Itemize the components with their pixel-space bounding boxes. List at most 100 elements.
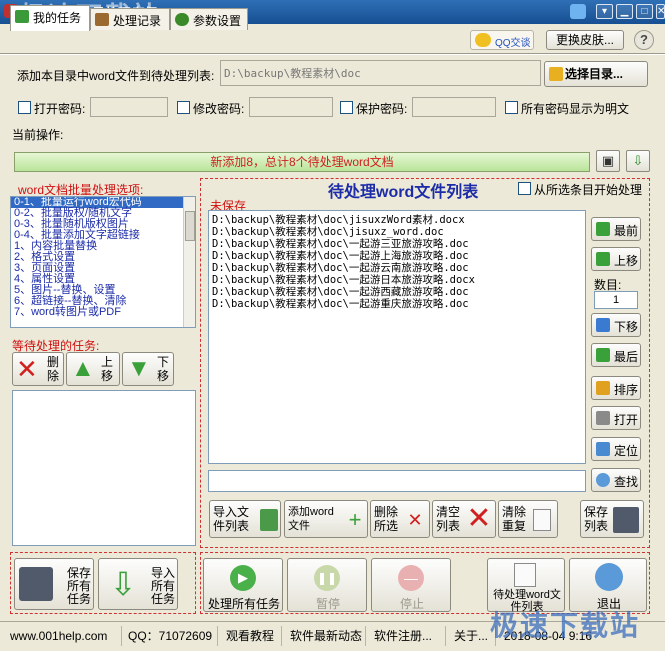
file-filter-input[interactable] — [208, 470, 586, 492]
tree-icon — [175, 13, 189, 26]
clear-list-button[interactable]: 清空列表 ✕ — [432, 500, 496, 538]
dir-input[interactable]: D:\backup\教程素材\doc — [220, 60, 541, 86]
open-button[interactable]: 打开 — [591, 406, 641, 430]
folder-icon — [549, 67, 563, 81]
pause-button[interactable]: ❚❚ 暂停 — [287, 558, 367, 612]
open-password-input[interactable] — [90, 97, 168, 117]
list-item[interactable]: D:\backup\教程素材\doc\一起游上海旅游攻略.doc — [209, 250, 585, 262]
save-list-button[interactable]: 保存列表 — [580, 500, 644, 538]
modify-password-label: 修改密码: — [193, 102, 245, 116]
protect-password-input[interactable] — [412, 97, 496, 117]
arrow-up-icon — [596, 252, 610, 266]
count-input[interactable]: 1 — [594, 291, 638, 309]
modify-password-input[interactable] — [249, 97, 333, 117]
file-list-title: 待处理word文件列表 — [328, 184, 479, 201]
show-plain-label: 所有密码显示为明文 — [521, 102, 630, 116]
play-icon: ▶ — [230, 565, 256, 591]
locate-button[interactable]: 定位 — [591, 437, 641, 461]
floppy-icon — [613, 507, 639, 533]
move-down-button[interactable]: 下移 — [591, 313, 641, 337]
list-item[interactable]: 7、word转图片或PDF — [11, 307, 195, 318]
minimize-icon[interactable]: ▁ — [616, 4, 633, 19]
maximize-icon[interactable]: □ — [636, 4, 653, 19]
delete-x-icon: ✕ — [16, 354, 38, 384]
status-register[interactable]: 软件注册... — [370, 626, 446, 646]
task-list-icon — [15, 10, 29, 23]
tab-settings[interactable]: 参数设置 — [170, 8, 248, 30]
start-from-selected-checkbox[interactable] — [518, 182, 531, 195]
scroll-thumb[interactable] — [185, 211, 195, 241]
delete-selected-button[interactable]: 删除所选 ✕ — [370, 500, 430, 538]
process-all-button[interactable]: ▶ 处理所有任务 — [203, 558, 283, 612]
select-dir-button[interactable]: 选择目录... — [544, 61, 648, 87]
list-item[interactable]: D:\backup\教程素材\doc\一起游日本旅游攻略.docx — [209, 274, 585, 286]
list-item[interactable]: D:\backup\教程素材\doc\一起游三亚旅游攻略.doc — [209, 238, 585, 250]
magnifier-icon — [596, 473, 610, 487]
import-list-button[interactable]: 导入文件列表 — [209, 500, 281, 538]
start-from-selected-label: 从所选条目开始处理 — [534, 183, 643, 197]
change-skin-button[interactable]: 更换皮肤... — [546, 30, 624, 50]
status-news[interactable]: 软件最新动态 — [286, 626, 366, 646]
floppy-icon — [19, 567, 53, 601]
arrow-down-icon — [596, 318, 610, 332]
qq-chat-button[interactable]: QQ交谈 — [470, 30, 534, 50]
list-item[interactable]: D:\backup\教程素材\doc\一起游重庆旅游攻略.doc — [209, 298, 585, 310]
tab-my-tasks[interactable]: 我的任务 — [10, 5, 90, 31]
delete-doc-icon: ✕ — [407, 510, 423, 530]
close-icon[interactable]: ✕ — [656, 4, 665, 19]
sort-icon — [596, 381, 610, 395]
modify-password-checkbox[interactable] — [177, 101, 190, 114]
skin-shirt-icon[interactable] — [570, 4, 586, 19]
status-qq: QQ：71072609 — [124, 626, 218, 646]
grid-icon — [596, 411, 610, 425]
stop-button[interactable]: — 停止 — [371, 558, 451, 612]
import-all-tasks-button[interactable]: ⇩ 导入所有任务 — [98, 558, 178, 610]
list-item[interactable]: D:\backup\教程素材\doc\一起游云南旅游攻略.doc — [209, 262, 585, 274]
file-list[interactable]: D:\backup\教程素材\doc\jisuxzWord素材.docx D:\… — [208, 210, 586, 464]
list-item[interactable]: D:\backup\教程素材\doc\jisuxzWord素材.docx — [209, 214, 585, 226]
status-site[interactable]: www.001help.com — [6, 626, 122, 646]
arrow-top-icon — [596, 222, 610, 236]
pending-task-list[interactable] — [12, 390, 196, 546]
briefcase-icon — [95, 13, 109, 26]
list-doc-icon — [514, 563, 536, 587]
move-top-button[interactable]: 最前 — [591, 217, 641, 241]
locate-icon — [596, 442, 610, 456]
save-icon[interactable]: ▣ — [596, 150, 620, 172]
menu-icon[interactable]: ▾ — [596, 4, 613, 19]
tab-history[interactable]: 处理记录 — [90, 8, 170, 30]
stop-icon: — — [398, 565, 424, 591]
help-icon[interactable]: ? — [634, 30, 654, 50]
open-password-checkbox[interactable] — [18, 101, 31, 114]
arrow-bottom-icon — [596, 348, 610, 362]
exit-person-icon — [595, 563, 623, 591]
status-tutorial[interactable]: 观看教程 — [222, 626, 282, 646]
dir-label: 添加本目录中word文件到待处理列表: — [17, 69, 215, 83]
list-item[interactable]: D:\backup\教程素材\doc\一起游西藏旅游攻略.doc — [209, 286, 585, 298]
clear-x-icon: ✕ — [466, 502, 492, 535]
list-item[interactable]: D:\backup\教程素材\doc\jisuxz_word.doc — [209, 226, 585, 238]
import-arrow-icon: ⇩ — [109, 566, 137, 602]
watermark-bottom: 极速下载站 — [490, 610, 641, 641]
pause-icon: ❚❚ — [314, 565, 340, 591]
save-all-tasks-button[interactable]: 保存所有任务 — [14, 558, 94, 610]
protect-password-checkbox[interactable] — [340, 101, 353, 114]
add-word-file-button[interactable]: 添加word文件 + — [284, 500, 368, 538]
move-bottom-button[interactable]: 最后 — [591, 343, 641, 367]
delete-task-button[interactable]: ✕ 删除 — [12, 352, 64, 386]
remove-duplicates-button[interactable]: 清除重复 — [498, 500, 558, 538]
find-button[interactable]: 查找 — [591, 468, 641, 492]
move-task-up-button[interactable]: ▲ 上移 — [66, 352, 120, 386]
protect-password-label: 保护密码: — [356, 102, 408, 116]
sort-button[interactable]: 排序 — [591, 376, 641, 400]
arrow-up-icon: ▲ — [71, 355, 95, 382]
options-list[interactable]: 0-1、批量运行word宏代码 0-2、批量版权/随机文字 0-3、批量随机版权… — [10, 196, 196, 328]
options-scrollbar[interactable] — [183, 197, 195, 327]
show-plain-checkbox[interactable] — [505, 101, 518, 114]
current-op-label: 当前操作: — [12, 128, 64, 142]
download-icon[interactable]: ⇩ — [626, 150, 650, 172]
move-task-down-button[interactable]: ▼ 下移 — [122, 352, 174, 386]
move-up-button[interactable]: 上移 — [591, 247, 641, 271]
open-password-label: 打开密码: — [34, 102, 86, 116]
plus-icon: + — [348, 507, 362, 532]
